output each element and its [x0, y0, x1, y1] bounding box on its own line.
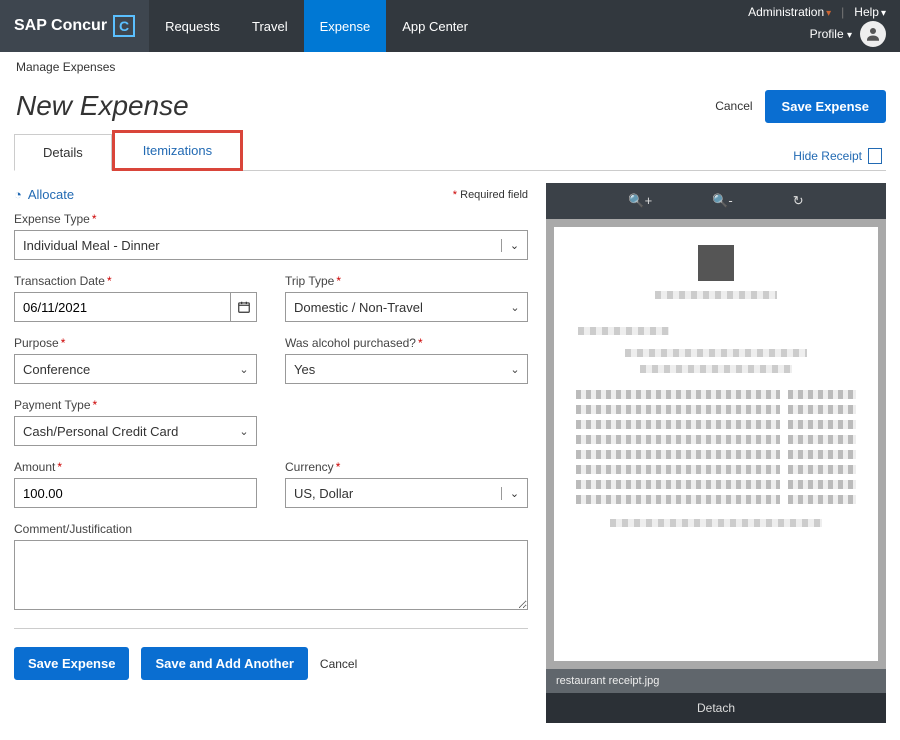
receipt-image[interactable] — [554, 227, 878, 661]
chevron-down-icon: ⌄ — [501, 487, 527, 500]
zoom-out-icon[interactable]: 🔍- — [712, 193, 733, 209]
currency-select[interactable]: US, Dollar ⌄ — [285, 478, 528, 508]
cancel-link[interactable]: Cancel — [715, 99, 752, 113]
field-purpose: Purpose* Conference ⌄ — [14, 336, 257, 384]
allocate-icon: ◔ — [14, 187, 22, 202]
top-nav: SAP Concur C Requests Travel Expense App… — [0, 0, 900, 52]
nav-appcenter[interactable]: App Center — [386, 0, 484, 52]
user-icon — [864, 25, 882, 43]
tab-itemizations[interactable]: Itemizations — [112, 130, 243, 171]
allocate-link[interactable]: Allocate — [28, 187, 74, 202]
divider — [14, 628, 528, 629]
field-transaction-date: Transaction Date* — [14, 274, 257, 322]
calendar-icon[interactable] — [230, 293, 256, 321]
caret-down-icon: ▾ — [826, 8, 831, 19]
rotate-icon[interactable]: ↻ — [793, 193, 804, 209]
field-comment: Comment/Justification — [14, 522, 528, 610]
save-add-another-button[interactable]: Save and Add Another — [141, 647, 307, 680]
admin-link[interactable]: Administration▾ — [748, 5, 831, 19]
page-title: New Expense — [14, 86, 191, 126]
alcohol-select[interactable]: Yes ⌄ — [285, 354, 528, 384]
brand-text: SAP Concur — [14, 17, 107, 35]
field-trip-type: Trip Type* Domestic / Non-Travel ⌄ — [285, 274, 528, 322]
footer-buttons: Save Expense Save and Add Another Cancel — [14, 647, 528, 680]
caret-down-icon: ▾ — [881, 8, 886, 19]
help-link[interactable]: Help▾ — [854, 5, 886, 19]
divider: | — [841, 5, 844, 19]
field-expense-type: Expense Type* Individual Meal - Dinner ⌄ — [14, 212, 528, 260]
payment-type-select[interactable]: Cash/Personal Credit Card ⌄ — [14, 416, 257, 446]
field-currency: Currency* US, Dollar ⌄ — [285, 460, 528, 508]
detach-button[interactable]: Detach — [546, 693, 886, 723]
field-payment-type: Payment Type* Cash/Personal Credit Card … — [14, 398, 257, 446]
amount-text-input[interactable] — [15, 479, 256, 507]
brand-c-icon: C — [113, 15, 135, 37]
avatar[interactable] — [860, 21, 886, 47]
purpose-select[interactable]: Conference ⌄ — [14, 354, 257, 384]
required-field-note: * Required field — [451, 189, 528, 201]
receipt-toolbar: 🔍+ 🔍- ↻ — [546, 183, 886, 219]
subnav-manage-expenses[interactable]: Manage Expenses — [0, 52, 900, 74]
nav-requests[interactable]: Requests — [149, 0, 236, 52]
receipt-panel: 🔍+ 🔍- ↻ — [546, 183, 886, 723]
top-right-menu: Administration▾ | Help▾ Profile ▾ — [734, 0, 900, 52]
receipt-image-wrap — [546, 219, 886, 669]
save-expense-button[interactable]: Save Expense — [765, 90, 886, 123]
receipt-box-icon — [868, 148, 882, 164]
chevron-down-icon: ⌄ — [501, 239, 527, 252]
transaction-date-input[interactable] — [14, 292, 257, 322]
field-alcohol: Was alcohol purchased?* Yes ⌄ — [285, 336, 528, 384]
receipt-column: 🔍+ 🔍- ↻ — [546, 183, 886, 723]
tab-details[interactable]: Details — [14, 134, 112, 171]
receipt-filename: restaurant receipt.jpg — [546, 669, 886, 693]
trip-type-select[interactable]: Domestic / Non-Travel ⌄ — [285, 292, 528, 322]
hide-receipt-link[interactable]: Hide Receipt — [789, 142, 886, 170]
field-amount: Amount* — [14, 460, 257, 508]
chevron-down-icon: ⌄ — [232, 425, 256, 438]
brand-logo[interactable]: SAP Concur C — [0, 0, 149, 52]
zoom-in-icon[interactable]: 🔍+ — [628, 193, 652, 209]
chevron-down-icon: ⌄ — [503, 363, 527, 376]
chevron-down-icon: ⌄ — [232, 363, 256, 376]
title-bar: New Expense Cancel Save Expense — [14, 86, 886, 126]
comment-textarea[interactable] — [14, 540, 528, 610]
caret-down-icon: ▾ — [847, 30, 852, 41]
profile-link[interactable]: Profile ▾ — [810, 27, 852, 41]
nav-travel[interactable]: Travel — [236, 0, 304, 52]
page-body: New Expense Cancel Save Expense Details … — [0, 74, 900, 737]
nav-expense[interactable]: Expense — [304, 0, 387, 52]
expense-type-select[interactable]: Individual Meal - Dinner ⌄ — [14, 230, 528, 260]
save-expense-button-footer[interactable]: Save Expense — [14, 647, 129, 680]
cancel-link-footer[interactable]: Cancel — [320, 657, 357, 671]
tabs: Details Itemizations Hide Receipt — [14, 130, 886, 171]
form-column: ◔ Allocate * Required field Expense Type… — [14, 183, 528, 723]
chevron-down-icon: ⌄ — [503, 301, 527, 314]
